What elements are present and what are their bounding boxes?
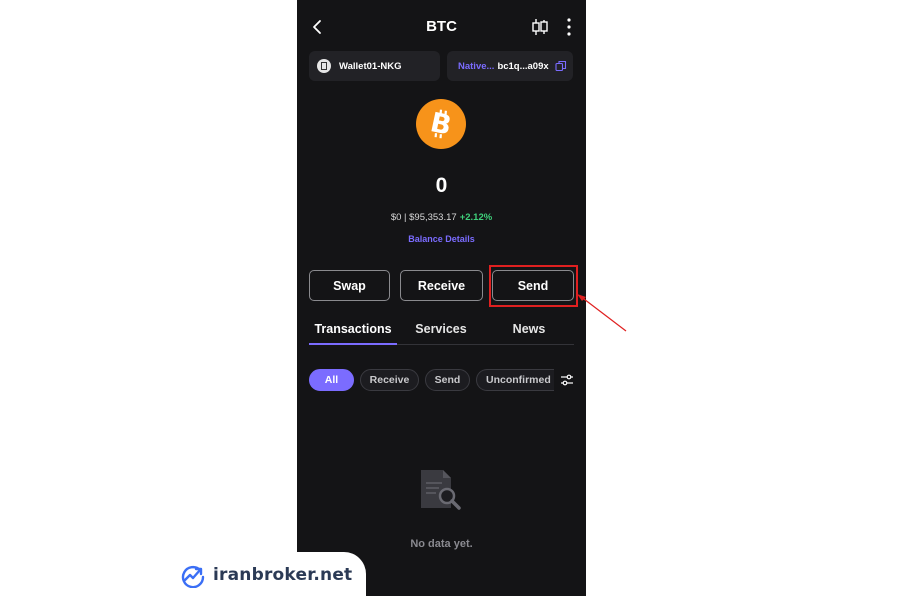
send-highlight-box <box>489 265 578 307</box>
receive-button[interactable]: Receive <box>400 270 483 301</box>
more-vertical-icon[interactable] <box>560 17 578 37</box>
wallet-icon <box>317 59 331 73</box>
fiat-price-line: $0 | $95,353.17 +2.12% <box>297 212 586 223</box>
phone-screen: BTC Wallet01-NKG Native... bc1q...a09x B… <box>297 0 586 596</box>
asset-balance: 0 <box>435 174 448 197</box>
price-change: +2.12% <box>459 212 493 223</box>
filter-send[interactable]: Send <box>425 369 470 391</box>
annotation-arrow-icon <box>577 294 627 332</box>
swap-button[interactable]: Swap <box>309 270 390 301</box>
chart-growth-logo-icon <box>181 565 205 588</box>
empty-document-search-icon <box>421 470 461 510</box>
candlestick-chart-icon[interactable] <box>530 17 550 37</box>
copy-icon[interactable] <box>555 60 567 72</box>
balance-details-link[interactable]: Balance Details <box>297 234 586 244</box>
watermark: iranbroker.net <box>165 552 366 596</box>
filter-receive[interactable]: Receive <box>360 369 419 391</box>
address-value: bc1q...a09x <box>497 60 549 72</box>
active-tab-indicator <box>309 343 397 345</box>
bitcoin-logo-icon: B <box>416 99 466 149</box>
empty-state-message: No data yet. <box>410 538 473 550</box>
filter-all[interactable]: All <box>309 369 354 391</box>
tab-services[interactable]: Services <box>397 322 485 344</box>
filter-settings-icon[interactable] <box>560 373 574 387</box>
tab-transactions[interactable]: Transactions <box>309 322 397 344</box>
tab-news[interactable]: News <box>485 322 573 344</box>
watermark-text: iranbroker.net <box>213 565 353 585</box>
filter-unconfirmed[interactable]: Unconfirmed <box>476 369 554 391</box>
wallet-name: Wallet01-NKG <box>339 60 402 72</box>
address-chip[interactable]: Native... bc1q...a09x <box>447 51 573 81</box>
fiat-value: $0 | $95,353.17 <box>390 212 457 223</box>
address-type: Native... <box>458 60 495 72</box>
wallet-selector[interactable]: Wallet01-NKG <box>309 51 440 81</box>
